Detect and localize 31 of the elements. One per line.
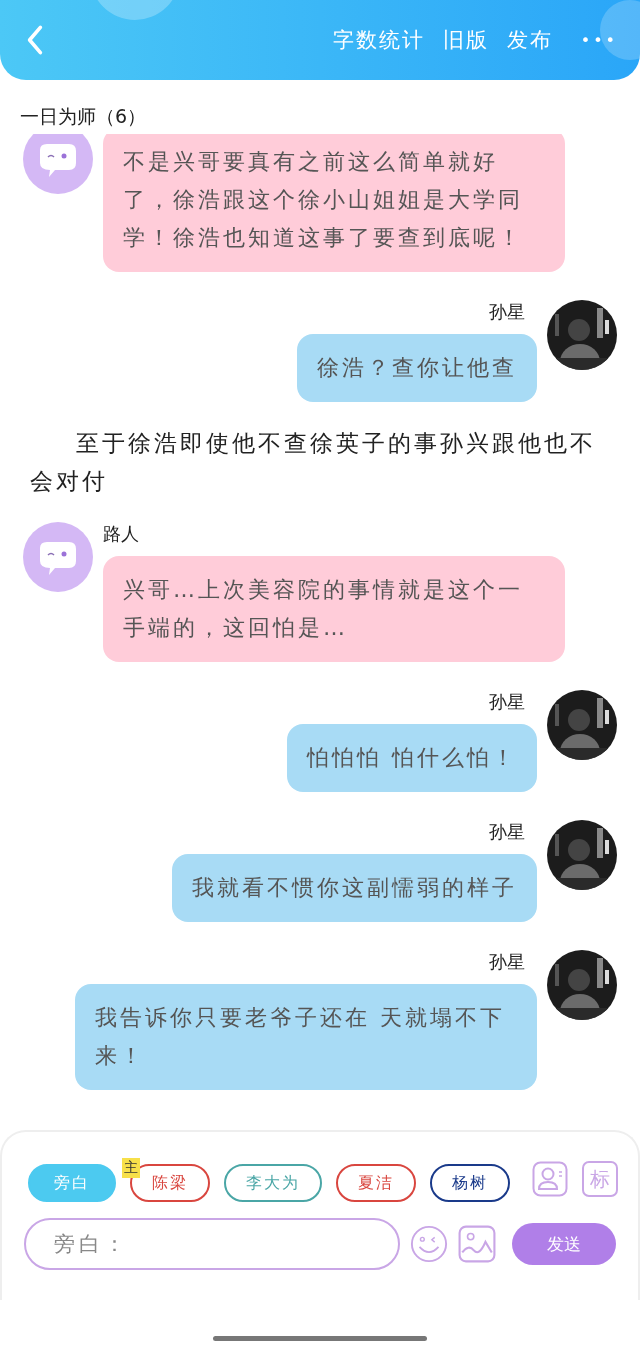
message-bubble: 徐浩？查你让他查 <box>297 334 537 402</box>
avatar-icon <box>23 522 93 592</box>
chat-title: 一日为师（6） <box>19 104 148 129</box>
role-chip[interactable]: 李大为 <box>224 1164 322 1202</box>
more-button[interactable]: ••• <box>580 30 618 50</box>
sender-name: 孙星 <box>489 690 526 714</box>
tag-button[interactable]: 标 <box>582 1161 618 1197</box>
send-button[interactable]: 发送 <box>512 1223 616 1265</box>
smiley-icon[interactable] <box>410 1225 449 1263</box>
sender-name: 孙星 <box>489 950 526 974</box>
avatar-icon <box>23 134 93 194</box>
role-chip[interactable]: 杨树 <box>430 1164 510 1202</box>
role-chip[interactable]: 旁白 <box>28 1164 116 1202</box>
message-bubble: 不是兴哥要真有之前这么简单就好了，徐浩跟这个徐小山姐姐是大学同学！徐浩也知道这事了要查到底呢！ <box>103 134 565 272</box>
sender-name: 路人 <box>103 522 139 546</box>
message-bubble: 我告诉你只要老爷子还在 天就塌不下来！ <box>75 984 537 1090</box>
header-action[interactable]: 字数统计 <box>332 26 425 54</box>
role-chip[interactable]: 夏洁 <box>336 1164 416 1202</box>
message-bubble: 我就看不惯你这副懦弱的样子 <box>172 854 537 922</box>
header-action[interactable]: 发布 <box>506 26 553 54</box>
sender-name: 孙星 <box>489 820 526 844</box>
person-icon[interactable] <box>532 1161 568 1197</box>
message-bubble: 怕怕怕 怕什么怕！ <box>287 724 537 792</box>
message-bubble: 兴哥…上次美容院的事情就是这个一手端的，这回怕是… <box>103 556 565 662</box>
message-input[interactable]: 旁白： <box>24 1218 401 1270</box>
header-action[interactable]: 旧版 <box>442 26 489 54</box>
back-icon[interactable] <box>26 24 44 56</box>
narration-text: 至于徐浩即使他不查徐英子的事孙兴跟他也不会对付 <box>29 429 597 496</box>
lead-badge: 主 <box>122 1158 140 1178</box>
sender-name: 孙星 <box>489 300 526 324</box>
image-icon[interactable] <box>458 1225 497 1263</box>
